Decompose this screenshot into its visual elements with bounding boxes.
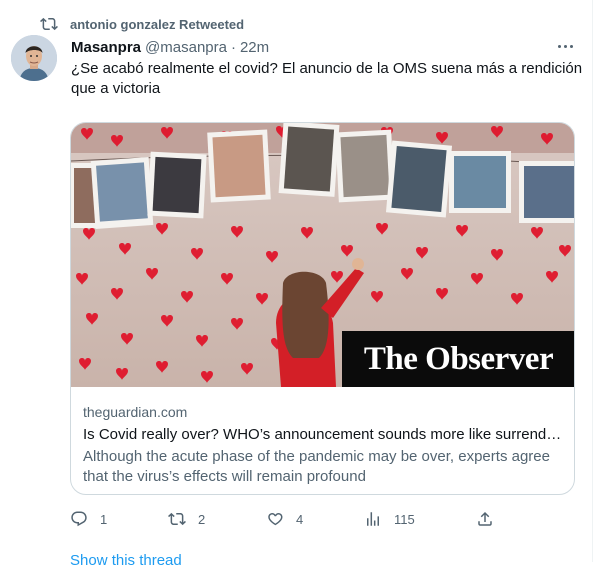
retweet-icon bbox=[168, 512, 186, 526]
author-name[interactable]: Masanpra bbox=[71, 39, 141, 56]
card-description: Although the acute phase of the pandemic… bbox=[83, 448, 550, 485]
retweet-text[interactable]: antonio gonzalez Retweeted bbox=[70, 17, 244, 32]
avatar-image bbox=[11, 35, 57, 81]
show-thread-link[interactable]: Show this thread bbox=[70, 552, 182, 569]
retweet-count: 2 bbox=[198, 511, 206, 527]
retweet-context: antonio gonzalez Retweeted bbox=[40, 14, 244, 34]
timestamp[interactable]: 22m bbox=[240, 39, 269, 56]
card-body: theguardian.com Is Covid really over? WH… bbox=[71, 387, 574, 494]
link-card[interactable]: The Observer theguardian.com Is Covid re… bbox=[70, 122, 575, 495]
share-button[interactable] bbox=[476, 508, 506, 530]
retweet-button[interactable]: 2 bbox=[168, 508, 205, 530]
views-button[interactable]: 115 bbox=[364, 508, 415, 530]
tweet-header: Masanpra @masanpra · 22m bbox=[71, 37, 269, 57]
avatar[interactable] bbox=[11, 35, 57, 81]
views-icon bbox=[367, 512, 379, 526]
reply-icon bbox=[71, 511, 87, 527]
card-title: Is Covid really over? WHO’s announcement… bbox=[83, 426, 564, 443]
more-options-icon[interactable] bbox=[554, 38, 576, 54]
reply-count: 1 bbox=[100, 511, 108, 527]
share-icon bbox=[478, 511, 492, 526]
reply-button[interactable]: 1 bbox=[70, 508, 107, 530]
like-count: 4 bbox=[296, 511, 304, 527]
author-handle[interactable]: @masanpra bbox=[145, 39, 227, 56]
heart-icon bbox=[268, 513, 283, 526]
tweet-actions: 1 2 4 115 bbox=[70, 508, 500, 530]
like-button[interactable]: 4 bbox=[266, 508, 303, 530]
column-border bbox=[592, 0, 593, 562]
retweet-icon bbox=[40, 17, 58, 31]
views-count: 115 bbox=[394, 511, 415, 527]
image-overlay-text: The Observer bbox=[342, 331, 574, 387]
card-domain: theguardian.com bbox=[83, 404, 188, 420]
separator-dot: · bbox=[230, 38, 236, 56]
tweet-text: ¿Se acabó realmente el covid? El anuncio… bbox=[71, 60, 583, 97]
